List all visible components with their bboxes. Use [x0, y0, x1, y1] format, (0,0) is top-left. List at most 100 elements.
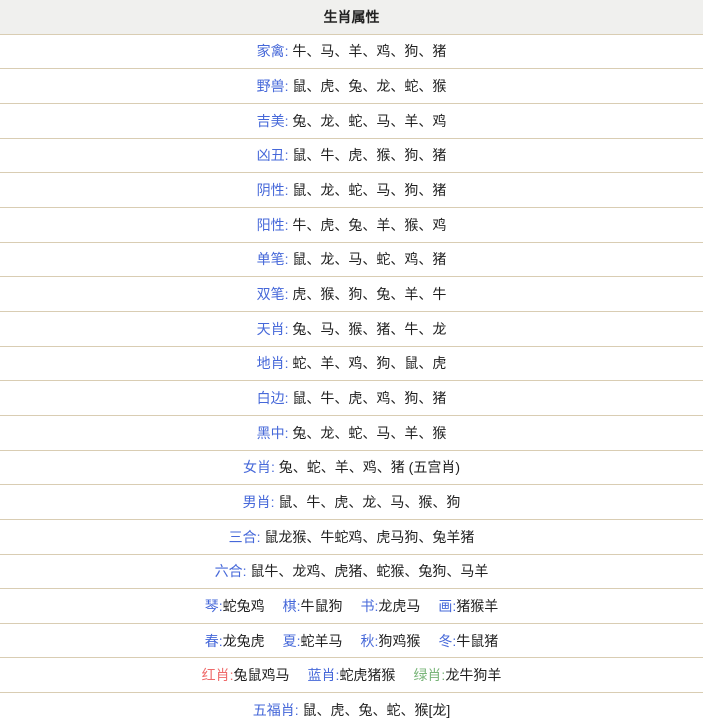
label-value-pair: 阴性: 鼠、龙、蛇、马、狗、猪	[257, 180, 447, 200]
row-value: 牛鼠猪	[456, 633, 498, 649]
row-value: 蛇、羊、鸡、狗、鼠、虎	[289, 355, 447, 371]
row-value: 鼠、虎、兔、龙、蛇、猴	[289, 78, 447, 94]
label-value-pair: 家禽: 牛、马、羊、鸡、狗、猪	[257, 41, 447, 61]
table-row: 红肖:兔鼠鸡马蓝肖:蛇虎猪猴绿肖:龙牛狗羊	[0, 658, 703, 693]
row-label: 阴性:	[257, 182, 289, 198]
row-label: 黑中:	[257, 425, 289, 441]
label-value-pair: 红肖:兔鼠鸡马	[202, 665, 290, 685]
table-row: 地肖: 蛇、羊、鸡、狗、鼠、虎	[0, 347, 703, 382]
label-value-pair: 白边: 鼠、牛、虎、鸡、狗、猪	[257, 388, 447, 408]
label-value-pair: 画:猪猴羊	[438, 596, 498, 616]
label-value-pair: 夏:蛇羊马	[283, 631, 343, 651]
row-value: 蛇羊马	[301, 633, 343, 649]
table-row: 双笔: 虎、猴、狗、兔、羊、牛	[0, 277, 703, 312]
row-value: 鼠牛、龙鸡、虎猪、蛇猴、兔狗、马羊	[247, 563, 489, 579]
row-label: 画:	[438, 598, 456, 614]
label-value-pair: 天肖: 兔、马、猴、猪、牛、龙	[257, 319, 447, 339]
table-row: 吉美: 兔、龙、蛇、马、羊、鸡	[0, 104, 703, 139]
label-value-pair: 女肖: 兔、蛇、羊、鸡、猪 (五宫肖)	[243, 457, 460, 477]
table-row: 单笔: 鼠、龙、马、蛇、鸡、猪	[0, 243, 703, 278]
row-value: 牛、虎、兔、羊、猴、鸡	[289, 217, 447, 233]
label-value-pair: 春:龙兔虎	[205, 631, 265, 651]
table-row: 家禽: 牛、马、羊、鸡、狗、猪	[0, 35, 703, 70]
row-label: 蓝肖:	[308, 667, 340, 683]
row-value: 虎、猴、狗、兔、羊、牛	[289, 286, 447, 302]
row-label: 绿肖:	[413, 667, 445, 683]
row-value: 兔、龙、蛇、马、羊、猴	[289, 425, 447, 441]
row-label: 六合:	[215, 563, 247, 579]
table-row: 六合: 鼠牛、龙鸡、虎猪、蛇猴、兔狗、马羊	[0, 555, 703, 590]
row-label: 书:	[361, 598, 379, 614]
label-value-pair: 棋:牛鼠狗	[283, 596, 343, 616]
row-value: 鼠、牛、虎、鸡、狗、猪	[289, 390, 447, 406]
row-label: 双笔:	[257, 286, 289, 302]
row-value: 兔鼠鸡马	[234, 667, 290, 683]
row-value: 狗鸡猴	[378, 633, 420, 649]
row-value: 鼠、龙、蛇、马、狗、猪	[289, 182, 447, 198]
row-label: 白边:	[257, 390, 289, 406]
row-label: 野兽:	[257, 78, 289, 94]
label-value-pair: 三合: 鼠龙猴、牛蛇鸡、虎马狗、兔羊猪	[229, 527, 475, 547]
label-value-pair: 野兽: 鼠、虎、兔、龙、蛇、猴	[257, 76, 447, 96]
row-value: 鼠、牛、虎、龙、马、猴、狗	[275, 494, 461, 510]
table-row: 天肖: 兔、马、猴、猪、牛、龙	[0, 312, 703, 347]
table-row: 白边: 鼠、牛、虎、鸡、狗、猪	[0, 381, 703, 416]
row-label: 春:	[205, 633, 223, 649]
row-value: 牛、马、羊、鸡、狗、猪	[289, 43, 447, 59]
table-row: 凶丑: 鼠、牛、虎、猴、狗、猪	[0, 139, 703, 174]
row-label: 男肖:	[243, 494, 275, 510]
table-row: 春:龙兔虎夏:蛇羊马秋:狗鸡猴冬:牛鼠猪	[0, 624, 703, 659]
table-row: 黑中: 兔、龙、蛇、马、羊、猴	[0, 416, 703, 451]
table-row: 野兽: 鼠、虎、兔、龙、蛇、猴	[0, 69, 703, 104]
row-value: 兔、蛇、羊、鸡、猪 (五宫肖)	[275, 459, 460, 475]
row-label: 秋:	[361, 633, 379, 649]
row-label: 夏:	[283, 633, 301, 649]
table-row: 三合: 鼠龙猴、牛蛇鸡、虎马狗、兔羊猪	[0, 520, 703, 555]
table-row: 琴:蛇兔鸡棋:牛鼠狗书:龙虎马画:猪猴羊	[0, 589, 703, 624]
row-label: 阳性:	[257, 217, 289, 233]
row-value: 龙兔虎	[223, 633, 265, 649]
label-value-pair: 蓝肖:蛇虎猪猴	[308, 665, 396, 685]
label-value-pair: 书:龙虎马	[361, 596, 421, 616]
label-value-pair: 六合: 鼠牛、龙鸡、虎猪、蛇猴、兔狗、马羊	[215, 561, 489, 581]
row-label: 单笔:	[257, 251, 289, 267]
label-value-pair: 秋:狗鸡猴	[361, 631, 421, 651]
row-value: 猪猴羊	[456, 598, 498, 614]
table-row: 男肖: 鼠、牛、虎、龙、马、猴、狗	[0, 485, 703, 520]
label-value-pair: 五福肖: 鼠、虎、兔、蛇、猴[龙]	[253, 700, 451, 720]
row-label: 红肖:	[202, 667, 234, 683]
label-value-pair: 男肖: 鼠、牛、虎、龙、马、猴、狗	[243, 492, 461, 512]
row-label: 琴:	[205, 598, 223, 614]
row-value: 蛇虎猪猴	[339, 667, 395, 683]
row-label: 天肖:	[257, 321, 289, 337]
row-label: 女肖:	[243, 459, 275, 475]
row-value: 兔、马、猴、猪、牛、龙	[289, 321, 447, 337]
zodiac-attributes-table: 生肖属性 家禽: 牛、马、羊、鸡、狗、猪野兽: 鼠、虎、兔、龙、蛇、猴吉美: 兔…	[0, 0, 703, 728]
zodiac-table-body: 家禽: 牛、马、羊、鸡、狗、猪野兽: 鼠、虎、兔、龙、蛇、猴吉美: 兔、龙、蛇、…	[0, 35, 703, 728]
label-value-pair: 绿肖:龙牛狗羊	[413, 665, 501, 685]
table-header: 生肖属性	[0, 0, 703, 35]
row-label: 棋:	[283, 598, 301, 614]
table-row: 阴性: 鼠、龙、蛇、马、狗、猪	[0, 173, 703, 208]
row-label: 凶丑:	[257, 147, 289, 163]
table-row: 五福肖: 鼠、虎、兔、蛇、猴[龙]	[0, 693, 703, 728]
table-row: 女肖: 兔、蛇、羊、鸡、猪 (五宫肖)	[0, 451, 703, 486]
row-value: 龙牛狗羊	[445, 667, 501, 683]
label-value-pair: 琴:蛇兔鸡	[205, 596, 265, 616]
row-value: 牛鼠狗	[301, 598, 343, 614]
label-value-pair: 凶丑: 鼠、牛、虎、猴、狗、猪	[257, 145, 447, 165]
row-label: 冬:	[438, 633, 456, 649]
row-value: 鼠、龙、马、蛇、鸡、猪	[289, 251, 447, 267]
row-value: 龙虎马	[378, 598, 420, 614]
row-label: 五福肖:	[253, 702, 299, 718]
label-value-pair: 阳性: 牛、虎、兔、羊、猴、鸡	[257, 215, 447, 235]
row-value: 鼠、牛、虎、猴、狗、猪	[289, 147, 447, 163]
row-label: 吉美:	[257, 113, 289, 129]
row-label: 地肖:	[257, 355, 289, 371]
table-row: 阳性: 牛、虎、兔、羊、猴、鸡	[0, 208, 703, 243]
table-title: 生肖属性	[324, 7, 380, 27]
row-value: 兔、龙、蛇、马、羊、鸡	[289, 113, 447, 129]
row-label: 三合:	[229, 529, 261, 545]
label-value-pair: 单笔: 鼠、龙、马、蛇、鸡、猪	[257, 249, 447, 269]
label-value-pair: 双笔: 虎、猴、狗、兔、羊、牛	[257, 284, 447, 304]
